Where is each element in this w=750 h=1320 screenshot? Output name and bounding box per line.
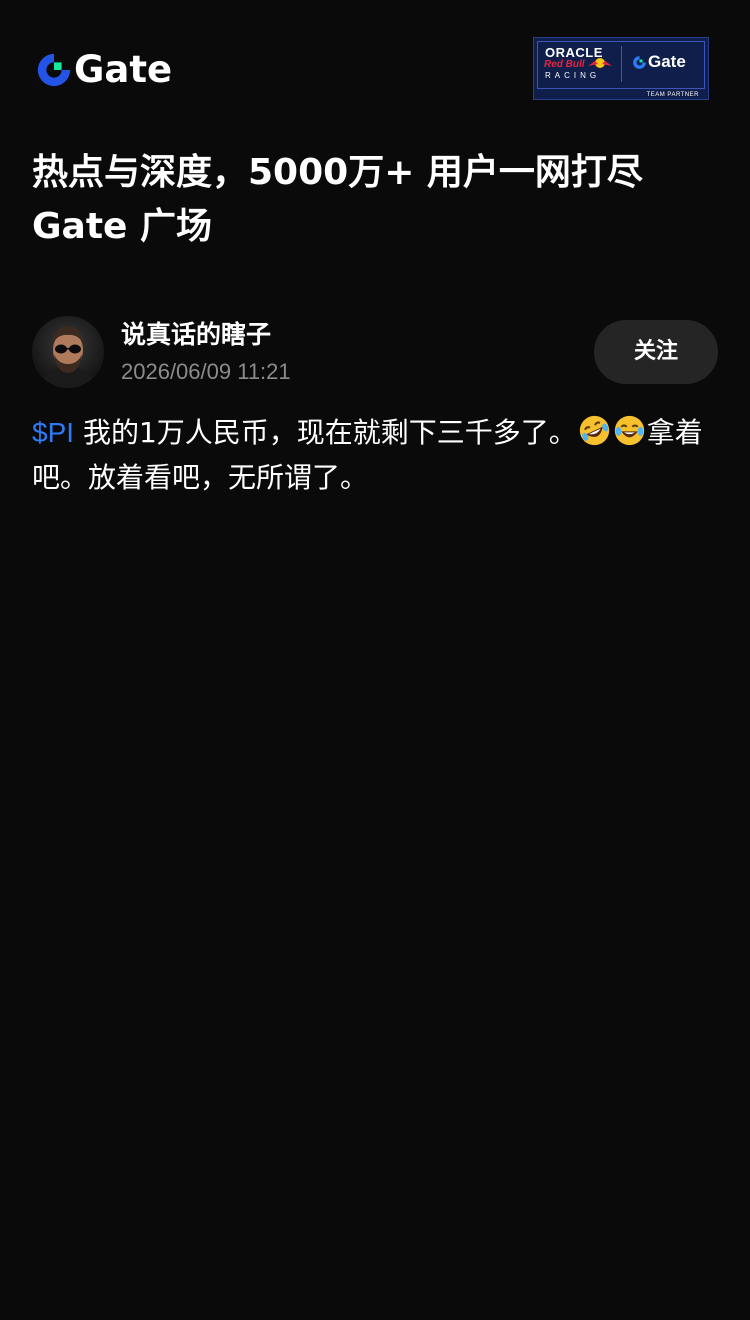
post-content: $PI 我的1万人民币，现在就剩下三千多了。 拿着吧。放着看吧，无所谓了。 [32, 410, 718, 500]
badge-gate-logo: Gate [632, 52, 686, 72]
gate-logo[interactable]: Gate [35, 48, 172, 92]
headline-line-2: Gate 广场 [32, 206, 213, 247]
follow-button[interactable]: 关注 [594, 320, 718, 384]
post-text-part-1: 我的1万人民币，现在就剩下三千多了。 [82, 416, 577, 449]
ticker-link[interactable]: $PI [32, 417, 74, 448]
badge-racing-text: RACING [545, 71, 601, 80]
gate-logo-icon [37, 53, 71, 87]
badge-redbull-text: Red Bull [544, 59, 585, 70]
author-avatar[interactable] [32, 316, 104, 388]
tears-of-joy-emoji-icon [614, 415, 644, 446]
badge-gate-text: Gate [648, 52, 686, 71]
badge-divider [621, 46, 622, 82]
header: Gate ORACLE Red Bull RACING Gate TEAM PA… [0, 0, 750, 130]
gate-logo-icon [633, 55, 646, 69]
headline-line-1: 热点与深度，5000万+ 用户一网打尽 [32, 152, 643, 193]
post-timestamp: 2026/06/09 11:21 [121, 359, 291, 384]
partner-badge: ORACLE Red Bull RACING Gate TEAM PARTNER [533, 37, 709, 100]
badge-team-partner-text: TEAM PARTNER [646, 92, 699, 98]
red-bull-icon [588, 58, 612, 68]
logo-text: Gate [74, 48, 173, 91]
page-headline: 热点与深度，5000万+ 用户一网打尽 Gate 广场 [32, 146, 722, 254]
avatar-image [32, 316, 104, 388]
rolling-on-floor-laughing-emoji-icon [579, 415, 609, 446]
author-name[interactable]: 说真话的瞎子 [121, 318, 271, 352]
